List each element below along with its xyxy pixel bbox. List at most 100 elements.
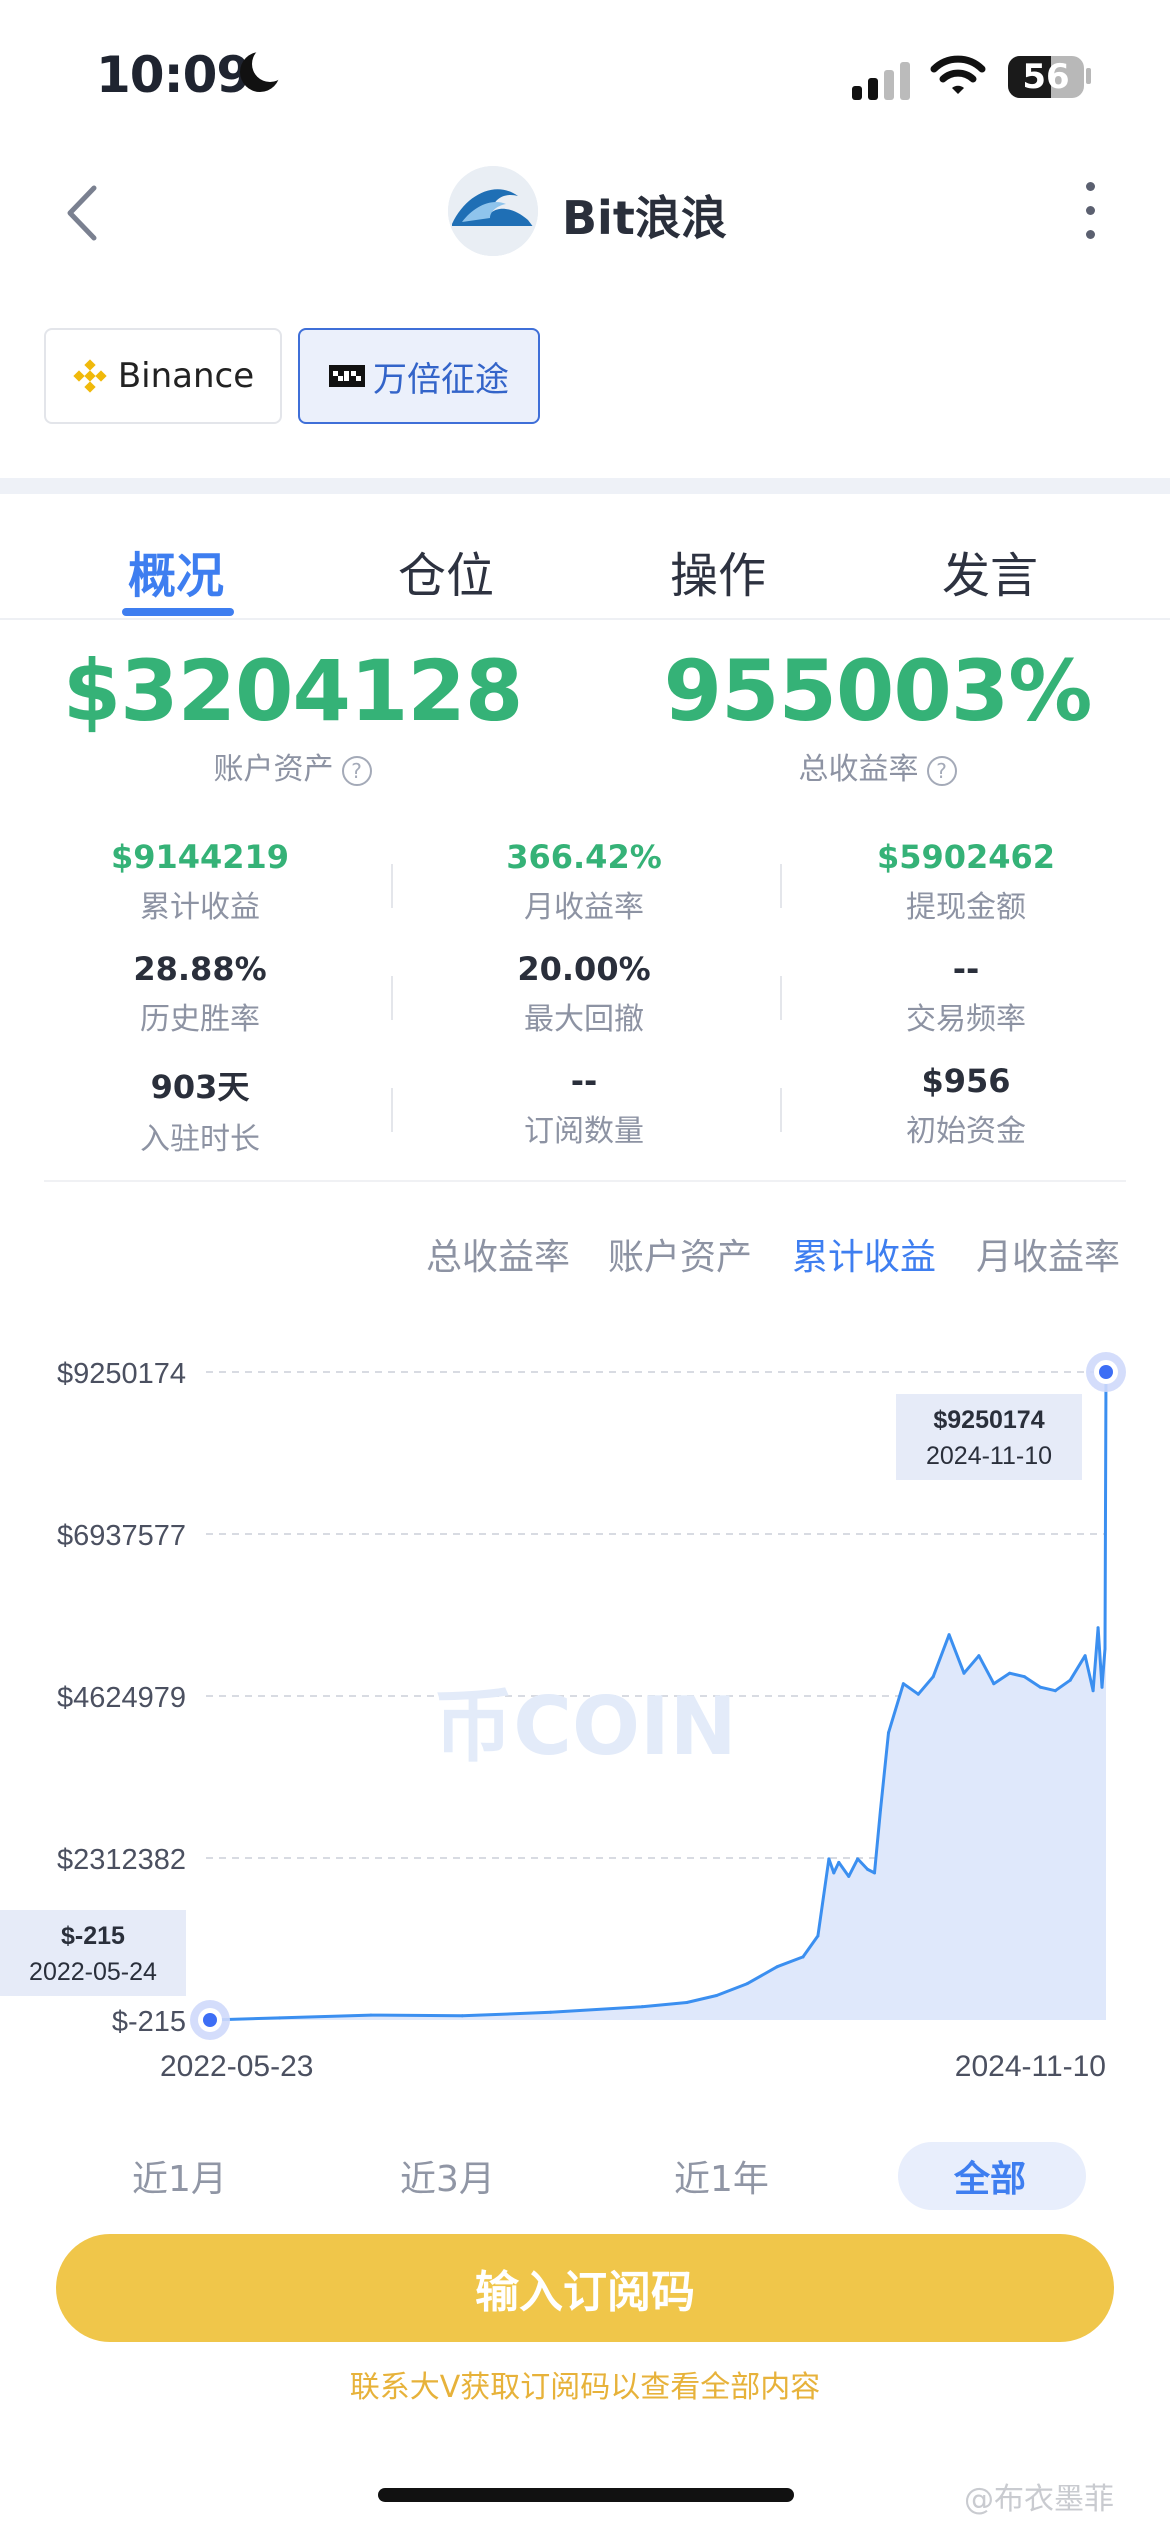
exchange-binance-button[interactable]: Binance <box>44 328 282 424</box>
active-tab-indicator <box>122 608 234 616</box>
chart-data-point <box>1038 1685 1042 1689</box>
y-tick-label: $-215 <box>112 2006 186 2038</box>
chart-tab-account-assets[interactable]: 账户资产 <box>608 1228 752 1280</box>
chart-tab-monthly-return[interactable]: 月收益率 <box>976 1228 1120 1280</box>
chart-data-point <box>977 1654 981 1658</box>
chart-data-point <box>832 1871 836 1875</box>
chart-data-point <box>1008 1671 1012 1675</box>
range-1y-button[interactable]: 近1年 <box>674 2150 769 2202</box>
battery-tip <box>1086 68 1091 84</box>
help-icon[interactable]: ? <box>926 755 957 786</box>
exchange-label: Binance <box>117 356 255 396</box>
chart-data-point <box>1023 1675 1027 1679</box>
back-button[interactable] <box>58 178 118 248</box>
stat-separator <box>391 864 393 908</box>
x-tick-label: 2024-11-10 <box>955 2050 1106 2080</box>
stat-separator <box>391 1088 393 1132</box>
chart-data-point <box>816 1934 820 1938</box>
tab-operations[interactable]: 操作 <box>670 536 766 606</box>
enter-subscription-code-button[interactable]: 输入订阅码 <box>56 2234 1114 2342</box>
chart-data-point <box>916 1692 920 1696</box>
account-assets-label-row: 账户资产? <box>0 744 585 788</box>
chart-data-point <box>369 2013 373 2017</box>
chart-tooltip-date: 2022-05-24 <box>29 1958 157 1986</box>
stat-value: 903天 <box>150 1068 250 1106</box>
y-tick-label: $2312382 <box>57 1844 186 1876</box>
chart-data-point <box>901 1682 905 1686</box>
stat-cell: $9144219 累计收益 <box>40 838 360 926</box>
binance-logo-icon <box>73 359 107 393</box>
stat-cell: $956 初始资金 <box>806 1062 1126 1150</box>
chart-watermark: 币COIN <box>433 1680 736 1773</box>
chart-data-point <box>715 1993 719 1997</box>
stat-cell: 28.88% 历史胜率 <box>40 950 360 1038</box>
chart-marker-end[interactable] <box>1099 1365 1113 1379</box>
more-options-button[interactable] <box>1080 180 1100 242</box>
account-assets-label: 账户资产 <box>213 752 334 787</box>
chart-data-point <box>856 1857 860 1861</box>
help-icon[interactable]: ? <box>341 755 372 786</box>
chart-data-point <box>1103 1647 1107 1651</box>
stat-value: $9144219 <box>110 838 290 876</box>
stat-label: 月收益率 <box>524 890 644 925</box>
chart-marker-start[interactable] <box>203 2013 217 2027</box>
wifi-icon <box>930 55 986 94</box>
chart-data-point <box>992 1682 996 1686</box>
stat-cell: -- 交易频率 <box>806 950 1126 1038</box>
status-time: 10:09 <box>96 46 251 104</box>
chart-data-point <box>827 1857 831 1861</box>
battery-level: 56 <box>1022 57 1070 97</box>
stat-separator <box>391 976 393 1020</box>
moon-icon <box>240 46 288 92</box>
chart-data-point <box>745 1982 749 1986</box>
y-tick-label: $6937577 <box>57 1520 186 1552</box>
tab-bar-border <box>0 618 1170 620</box>
exchange-okx-button[interactable]: 万倍征途 <box>298 328 540 424</box>
home-indicator[interactable] <box>378 2488 794 2502</box>
avatar[interactable] <box>448 166 538 256</box>
stat-label: 最大回撤 <box>524 1002 644 1037</box>
chart-tooltip-value: $-215 <box>61 1922 125 1950</box>
chart-data-point <box>549 2010 553 2014</box>
y-tick-label: $9250174 <box>57 1358 186 1390</box>
range-1m-button[interactable]: 近1月 <box>132 2150 227 2202</box>
chart-data-point <box>460 2014 464 2018</box>
stat-separator <box>780 976 782 1020</box>
exchange-label: 万倍征途 <box>373 359 509 400</box>
chart-data-point <box>866 1867 870 1871</box>
total-return-block: 955003% 总收益率? <box>585 642 1170 788</box>
chart-tab-total-return[interactable]: 总收益率 <box>426 1228 570 1280</box>
chart-data-point <box>873 1871 877 1875</box>
tab-posts[interactable]: 发言 <box>942 536 1038 606</box>
chart-tooltip-date: 2024-11-10 <box>926 1442 1052 1470</box>
stat-value: -- <box>952 950 980 988</box>
stat-label: 交易频率 <box>906 1002 1026 1037</box>
chart-data-point <box>947 1633 951 1637</box>
range-all-button[interactable]: 全部 <box>954 2150 1026 2202</box>
account-assets-value: $3204128 <box>62 642 524 740</box>
account-assets-block: $3204128 账户资产? <box>0 642 585 788</box>
chart-tab-cumulative-profit[interactable]: 累计收益 <box>792 1228 936 1280</box>
chart-data-point <box>886 1731 890 1735</box>
chart-data-point <box>775 1965 779 1969</box>
stat-cell: 20.00% 最大回撤 <box>424 950 744 1038</box>
total-return-value: 955003% <box>663 642 1093 740</box>
total-return-label: 总收益率 <box>798 752 919 787</box>
stat-value: -- <box>570 1062 598 1100</box>
stat-label: 历史胜率 <box>140 1002 260 1037</box>
stat-cell: 903天 入驻时长 <box>40 1062 360 1158</box>
tab-positions[interactable]: 仓位 <box>398 536 494 606</box>
chart-data-point <box>1091 1689 1095 1693</box>
stat-label: 初始资金 <box>906 1114 1026 1149</box>
chart-data-point <box>962 1671 966 1675</box>
subscription-hint: 联系大V获取订阅码以查看全部内容 <box>349 2370 821 2405</box>
cumulative-profit-chart[interactable]: $9250174 $6937577 $4624979 $2312382 $-215 币CO… <box>0 1320 1170 2080</box>
cellular-signal-icon <box>852 60 910 100</box>
stat-value: 366.42% <box>506 838 662 876</box>
range-3m-button[interactable]: 近3月 <box>400 2150 495 2202</box>
stat-value: 28.88% <box>133 950 267 988</box>
total-return-label-row: 总收益率? <box>585 744 1170 788</box>
tab-overview[interactable]: 概况 <box>128 536 224 606</box>
stat-label: 累计收益 <box>140 890 260 925</box>
chart-data-point <box>801 1955 805 1959</box>
